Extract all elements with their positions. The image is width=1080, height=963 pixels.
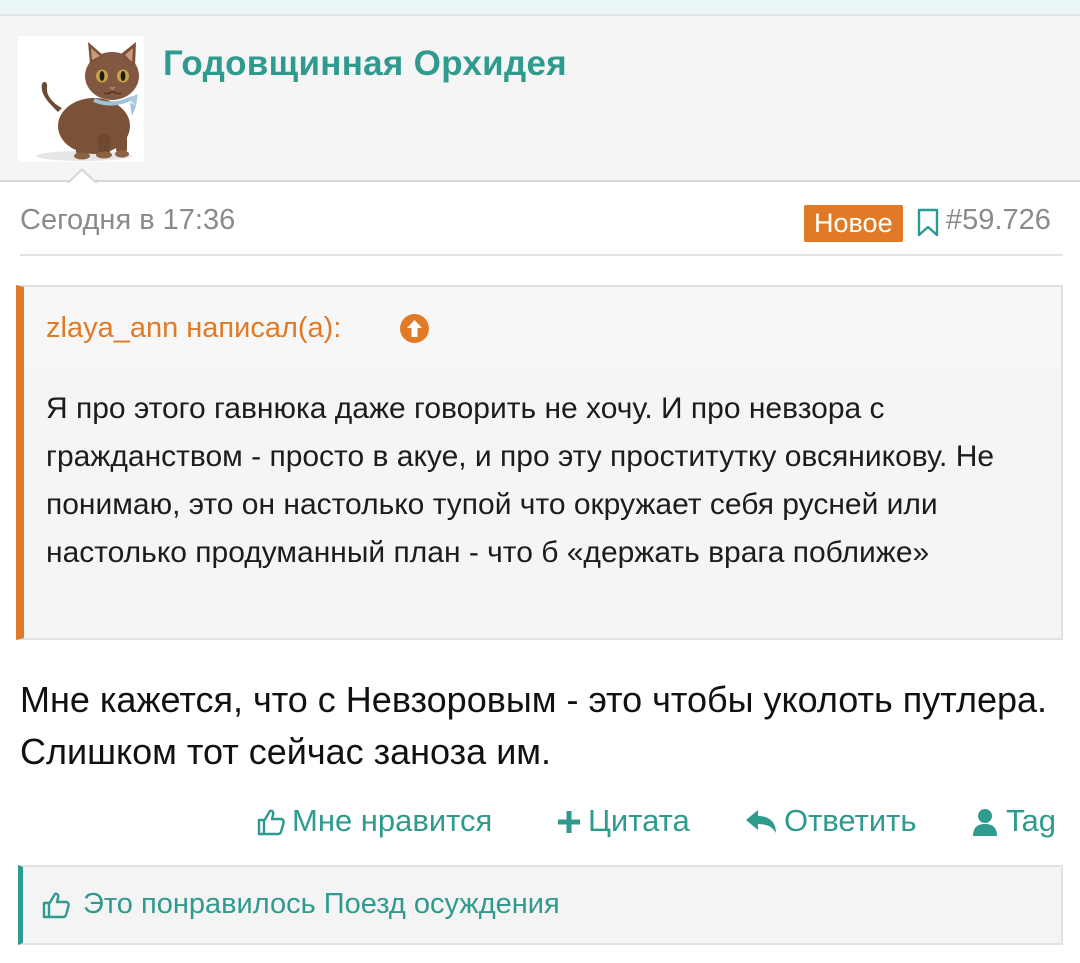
thumbs-up-icon [257, 809, 285, 836]
quote-header: zlaya_ann написал(а): [24, 287, 1061, 367]
like-button[interactable]: Мне нравится [256, 798, 516, 844]
arrow-up-circle-icon[interactable] [399, 313, 430, 344]
header-pointer-inner [68, 171, 96, 184]
reply-button[interactable]: Ответить [744, 798, 934, 844]
like-label: Мне нравится [292, 803, 493, 838]
post-date[interactable]: Сегодня в 17:36 [20, 204, 235, 237]
new-badge: Новое [804, 205, 903, 242]
post-actions: Мне нравится Цитата Ответить Tag [0, 798, 1080, 844]
kitten-avatar [18, 36, 144, 162]
likes-summary: Это понравилось Поезд осуждения [18, 865, 1063, 945]
post-number-link[interactable]: #59.726 [946, 204, 1051, 237]
avatar[interactable] [18, 36, 144, 162]
quote-author[interactable]: zlaya_ann написал(а): [46, 312, 341, 345]
quote-label: Цитата [588, 803, 690, 838]
reply-label: Ответить [784, 803, 917, 838]
quote-block: zlaya_ann написал(а): Я про этого гавнюк… [16, 285, 1063, 640]
reply-icon [746, 810, 776, 833]
bookmark-icon[interactable] [917, 208, 939, 238]
top-strip [0, 0, 1080, 16]
post-user-header: Годовщинная Орхидея [0, 16, 1080, 182]
plus-icon [558, 811, 580, 833]
tag-label: Tag [1006, 803, 1056, 838]
likes-text[interactable]: Это понравилось Поезд осуждения [83, 888, 560, 921]
post-author-name[interactable]: Годовщинная Орхидея [163, 44, 567, 84]
tag-button[interactable]: Tag [972, 798, 1064, 844]
post-meta: Сегодня в 17:36 Новое #59.726 [20, 198, 1063, 256]
thumbs-up-icon [42, 892, 70, 919]
quote-button[interactable]: Цитата [556, 798, 706, 844]
post-message: Мне кажется, что с Невзоровым - это чтоб… [20, 679, 1048, 772]
user-icon [973, 809, 997, 836]
quote-text: Я про этого гавнюка даже говорить не хоч… [46, 392, 995, 569]
